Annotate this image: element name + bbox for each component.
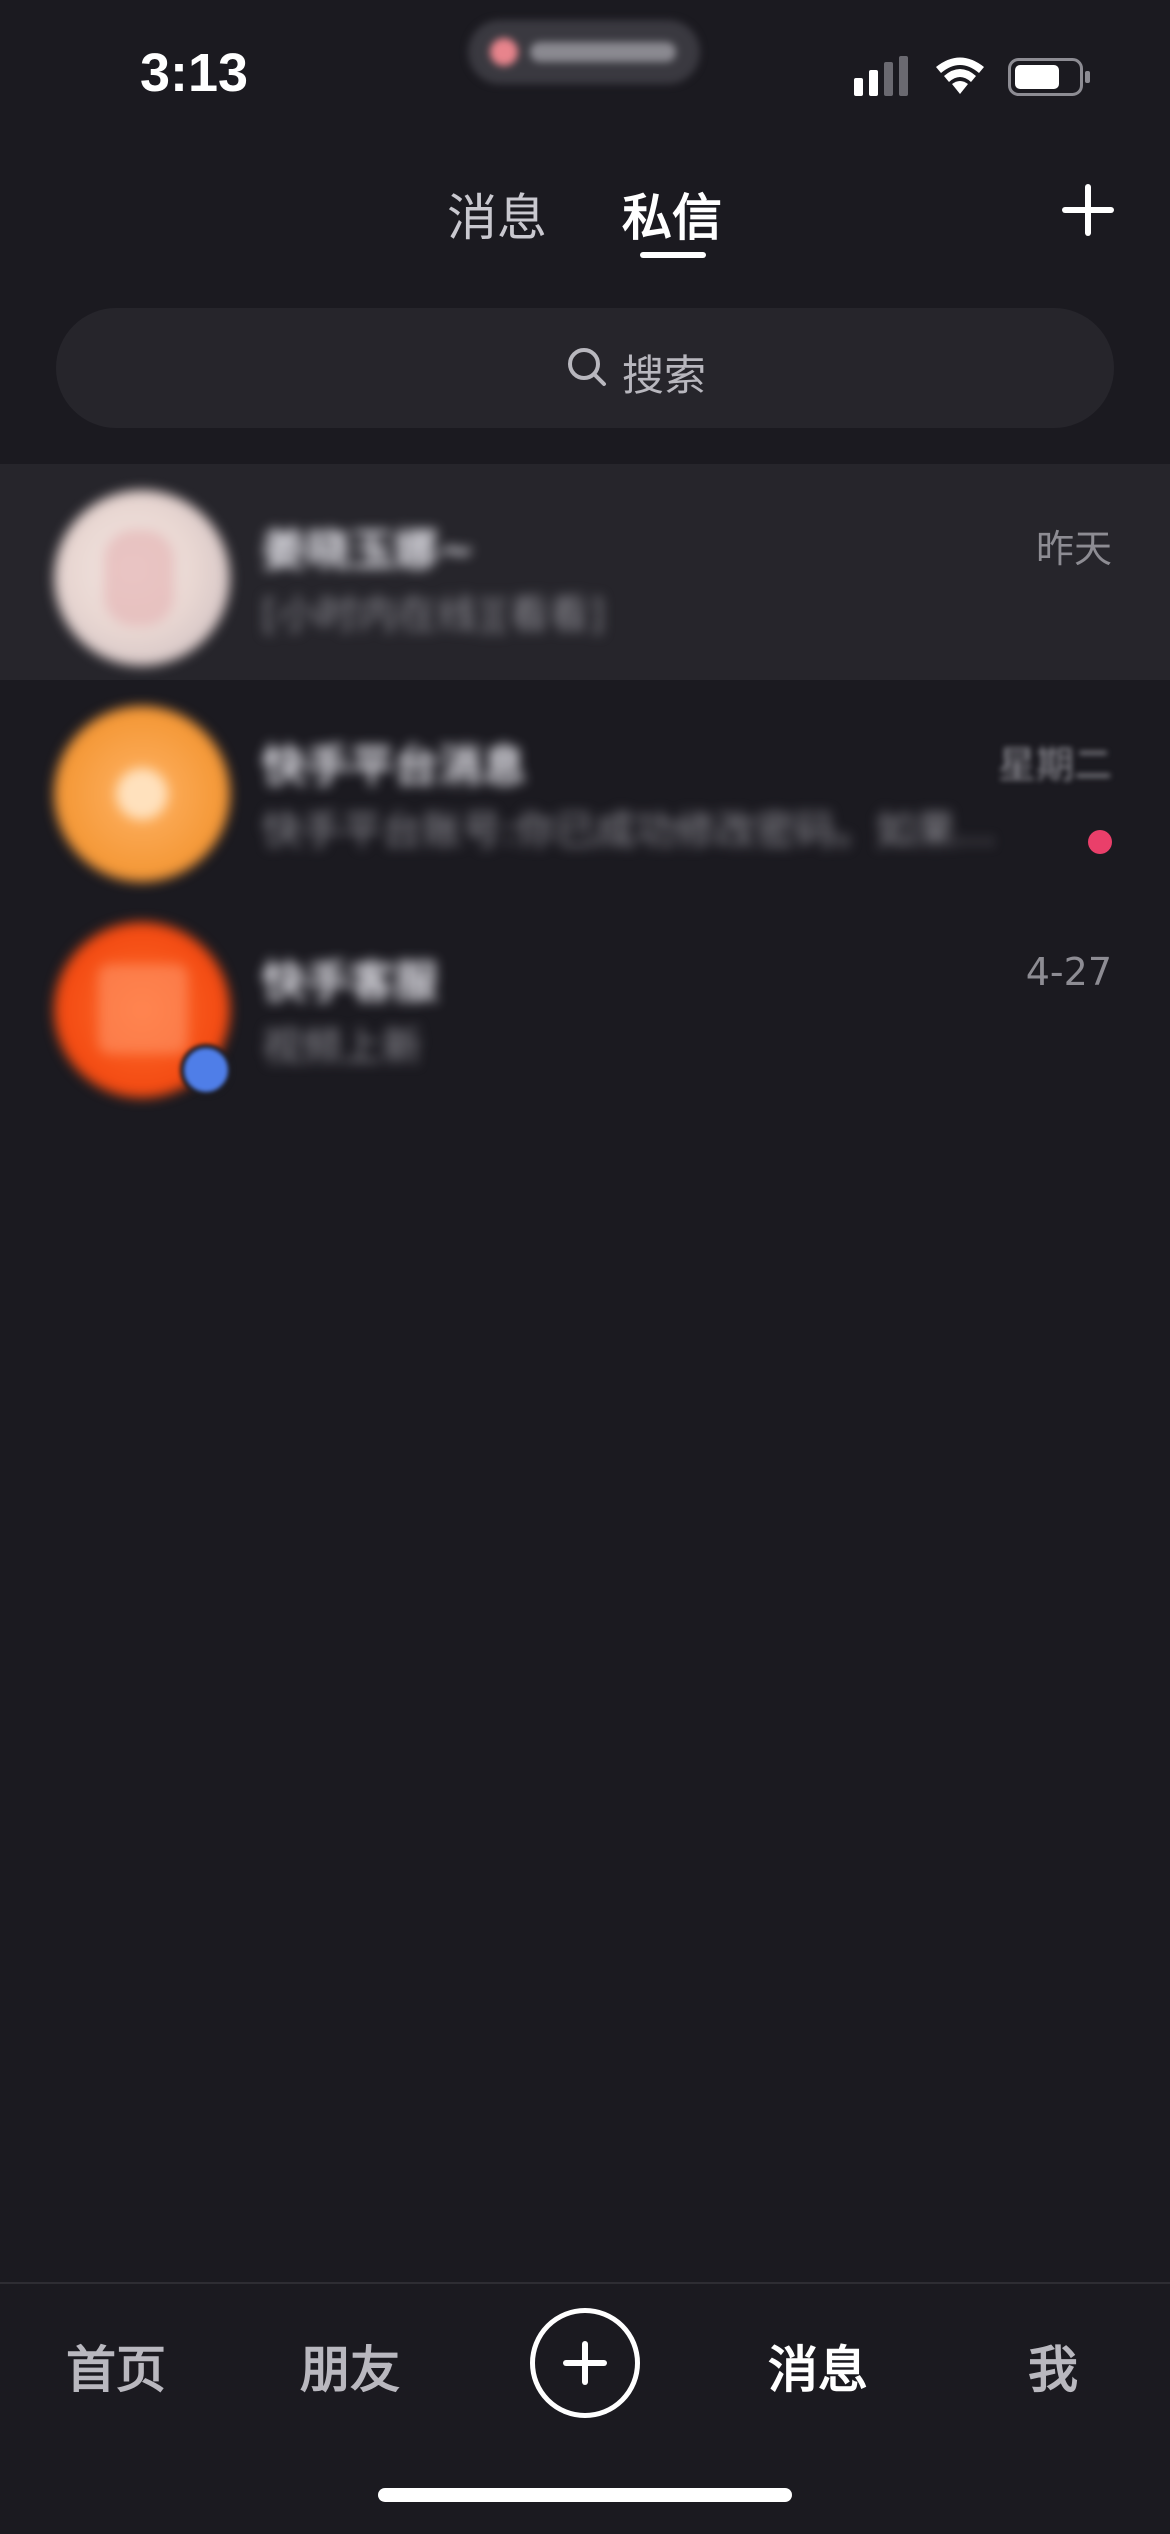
nav-me[interactable]: 我 — [1028, 2330, 1078, 2402]
conversation-time: 4-27 — [1025, 950, 1112, 994]
search-label: 搜索 — [622, 351, 707, 400]
header: 消息 私信 — [0, 160, 1170, 280]
unread-dot — [1088, 830, 1112, 854]
create-icon — [563, 2341, 607, 2385]
conversation-preview: 视频上新 — [262, 1024, 422, 1070]
conversation-row[interactable]: 快手客服 视频上新 4-27 — [0, 896, 1170, 1112]
tab-messages[interactable]: 消息 — [447, 178, 547, 250]
avatar[interactable] — [54, 490, 230, 666]
conversation-preview: [小时内在线][看看] — [262, 592, 605, 638]
status-bar: 3:13 — [0, 0, 1170, 150]
conversation-row[interactable]: 快手平台消息 快手平台账号:你已成功修改密码。如果… 星期二 — [0, 680, 1170, 896]
search-bar[interactable]: 搜索 — [56, 308, 1114, 428]
active-tab-indicator — [640, 252, 706, 258]
conversation-list: 姜晓玉娜~ [小时内在线][看看] 昨天 快手平台消息 快手平台账号:你已成功修… — [0, 464, 1170, 1112]
avatar[interactable] — [54, 706, 230, 882]
plus-icon[interactable] — [1058, 180, 1118, 240]
battery-icon — [1008, 58, 1090, 96]
dynamic-island-activity — [530, 42, 676, 62]
create-button[interactable] — [530, 2308, 640, 2418]
bottom-nav: 首页 朋友 消息 我 — [0, 2282, 1170, 2534]
conversation-time: 昨天 — [1035, 527, 1112, 571]
verified-icon — [180, 1044, 232, 1096]
signal-icon — [854, 56, 908, 96]
conversation-name: 姜晓玉娜~ — [262, 525, 475, 576]
conversation-time: 星期二 — [997, 743, 1112, 787]
nav-friends[interactable]: 朋友 — [300, 2330, 400, 2402]
home-indicator[interactable] — [378, 2488, 792, 2502]
dynamic-island-indicator — [490, 38, 518, 66]
tab-direct-messages[interactable]: 私信 — [622, 178, 722, 250]
conversation-name: 快手平台消息 — [262, 741, 526, 792]
status-time: 3:13 — [140, 43, 249, 103]
dynamic-island[interactable] — [468, 20, 700, 84]
conversation-name: 快手客服 — [262, 957, 438, 1008]
nav-home[interactable]: 首页 — [66, 2330, 166, 2402]
search-icon — [568, 348, 606, 386]
conversation-row[interactable]: 姜晓玉娜~ [小时内在线][看看] 昨天 — [0, 464, 1170, 680]
wifi-icon — [936, 57, 984, 94]
conversation-preview: 快手平台账号:你已成功修改密码。如果… — [262, 808, 996, 854]
nav-messages[interactable]: 消息 — [768, 2330, 868, 2402]
